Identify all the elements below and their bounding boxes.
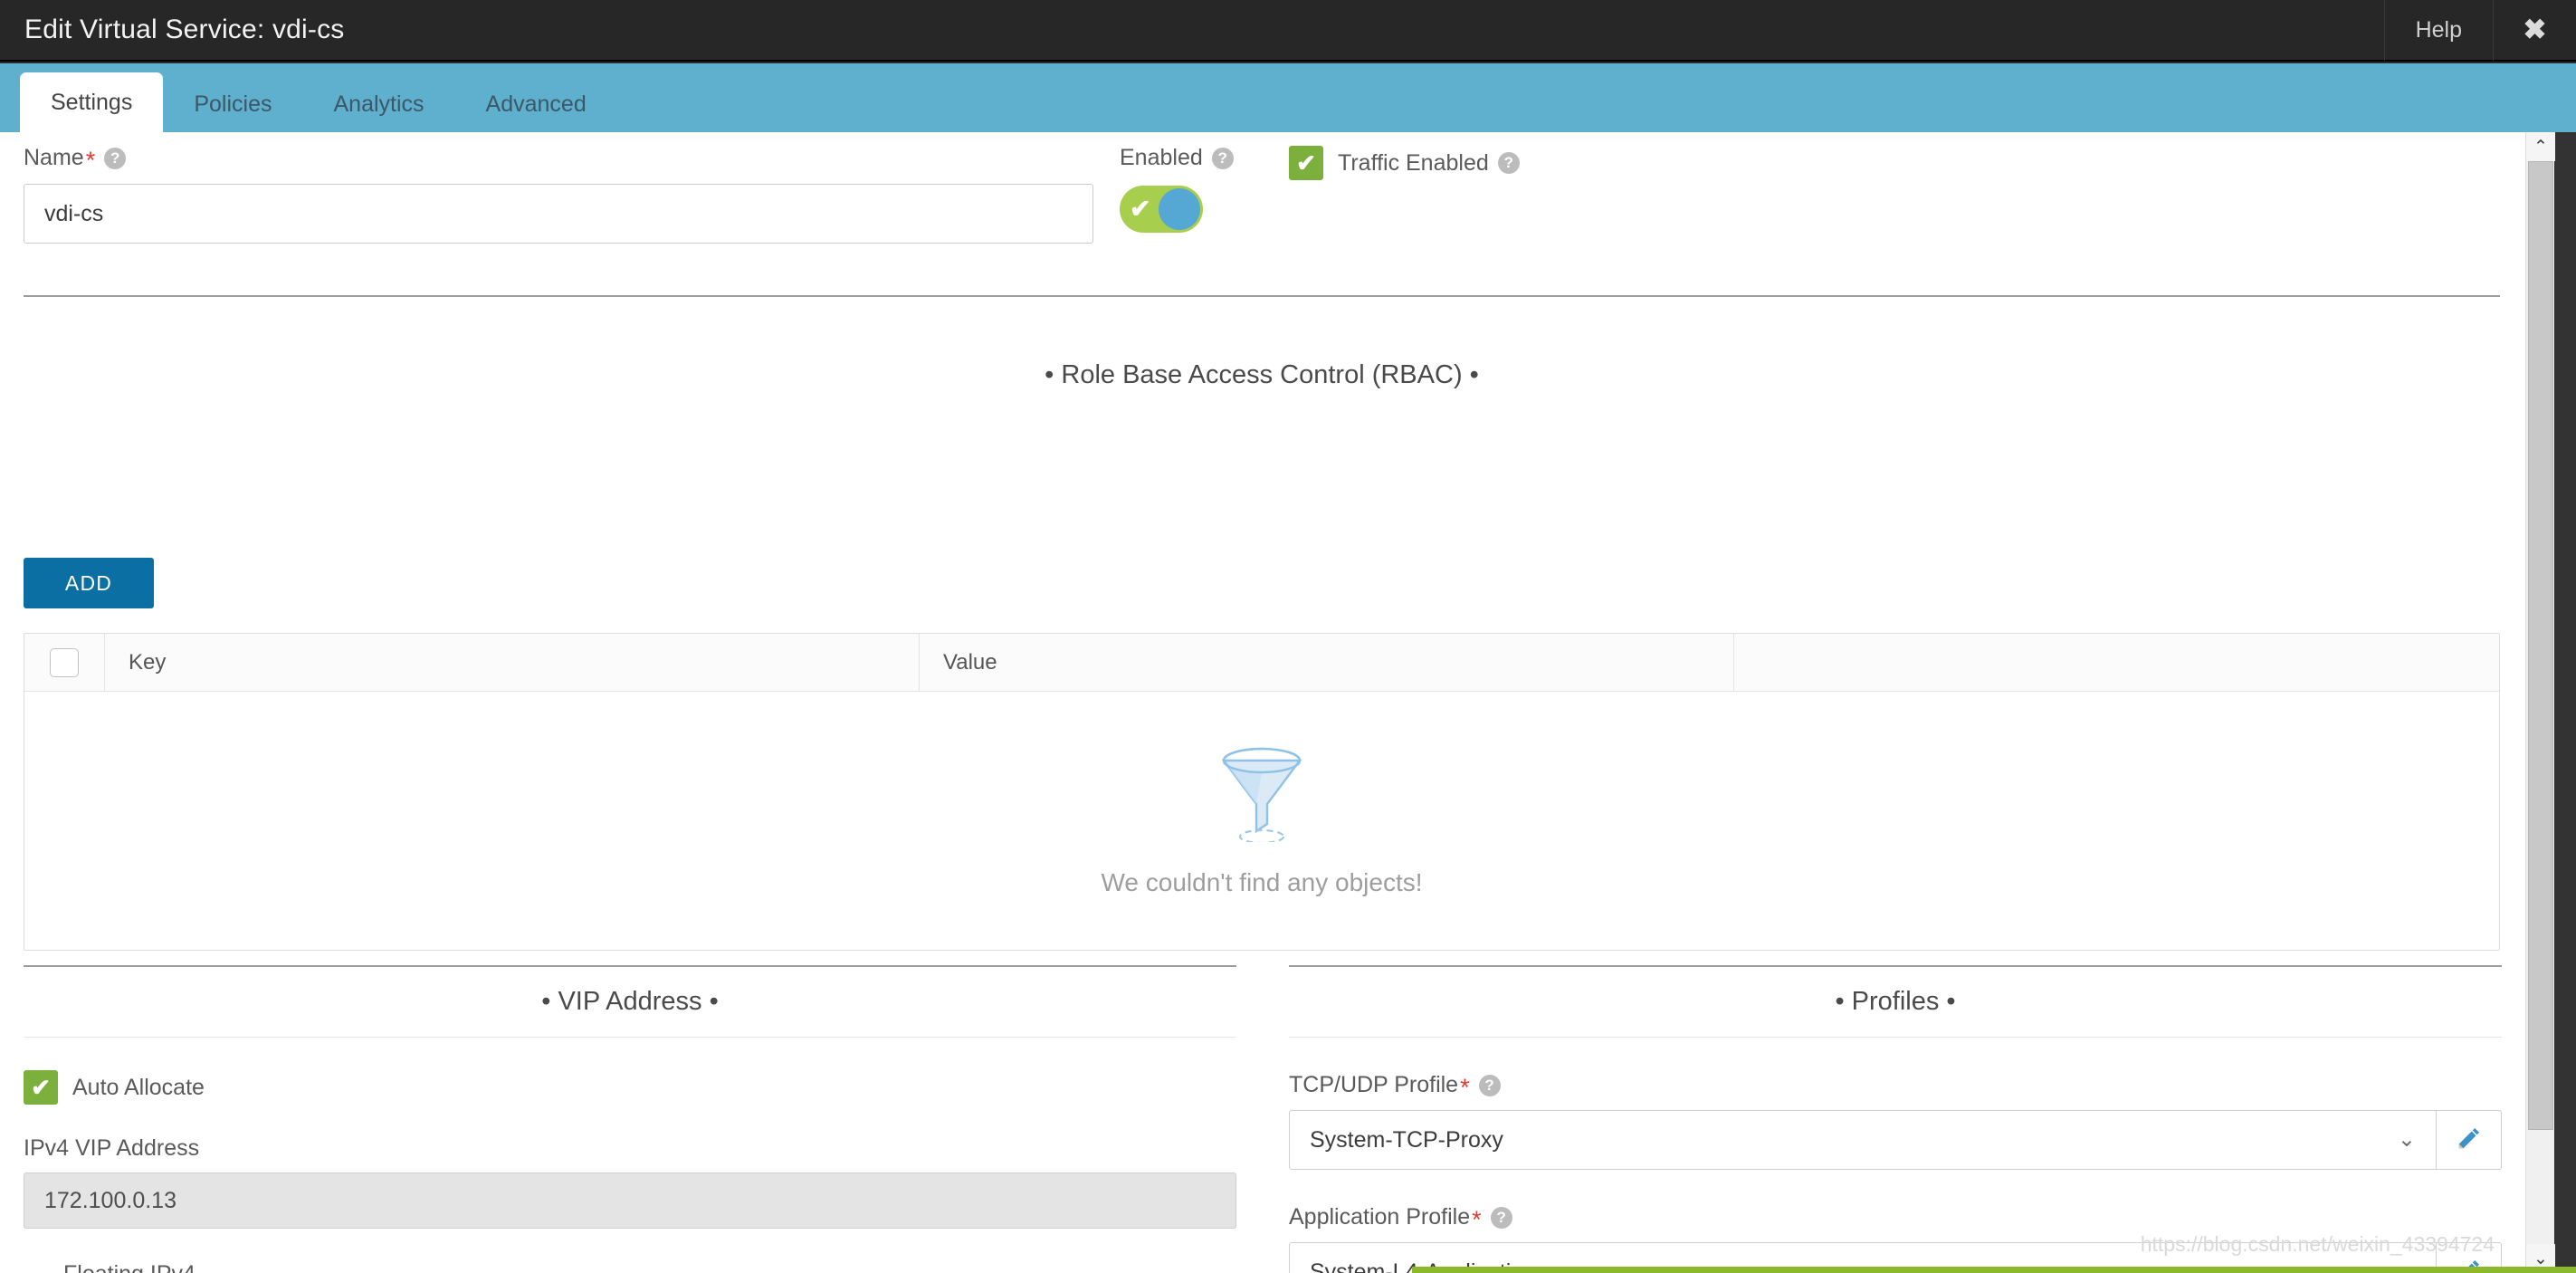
traffic-enabled-label: Traffic Enabled ? (1338, 150, 1520, 177)
required-marker: * (1472, 1208, 1482, 1232)
spacer (1289, 1038, 2502, 1072)
rbac-table-empty-state: We couldn't find any objects! (24, 692, 2499, 950)
tcp-udp-profile-group: System-TCP-Proxy ⌄ (1289, 1110, 2502, 1170)
funnel-icon (1218, 744, 1305, 847)
traffic-enabled-checkbox[interactable]: ✔ (1289, 146, 1323, 180)
name-label-text: Name (24, 145, 84, 171)
dialog-titlebar: Edit Virtual Service: vdi-cs Help ✖ (0, 0, 2576, 62)
help-icon[interactable]: ? (1479, 1075, 1501, 1096)
vip-auto-allocate-label: Auto Allocate (72, 1075, 205, 1101)
floating-ipv4-body: Floating IPv4 ✔ Auto Allocate Floating I… (63, 1261, 1236, 1273)
top-fields-row: Name * ? Enabled ? ✔ ✔ Traffic Enabled ? (0, 132, 2525, 286)
traffic-enabled-group[interactable]: ✔ Traffic Enabled ? (1289, 146, 1520, 180)
profiles-section-title: • Profiles • (1289, 967, 2502, 1038)
pencil-icon (2456, 1125, 2483, 1156)
tcp-udp-profile-value: System-TCP-Proxy (1310, 1127, 1503, 1153)
required-marker: * (1460, 1076, 1470, 1100)
column-header-actions (1733, 634, 2499, 692)
application-profile-label: Application Profile * ? (1289, 1204, 2502, 1230)
select-all-checkbox[interactable] (50, 648, 79, 677)
help-icon[interactable]: ? (1498, 152, 1520, 174)
vip-auto-allocate-group[interactable]: ✔ Auto Allocate (24, 1070, 1236, 1105)
dialog-title: Edit Virtual Service: vdi-cs (24, 14, 345, 45)
vip-auto-allocate-checkbox[interactable]: ✔ (24, 1070, 58, 1105)
column-header-value[interactable]: Value (919, 634, 1733, 692)
check-icon: ✔ (1130, 196, 1150, 222)
page-background-strip (2555, 132, 2576, 1273)
floating-ipv4-group: ↳ Floating IPv4 ✔ Auto Allocate Floating… (24, 1261, 1236, 1273)
tcp-udp-profile-select[interactable]: System-TCP-Proxy ⌄ (1289, 1110, 2437, 1170)
enabled-toggle-group: Enabled ? ✔ (1120, 145, 1234, 233)
ipv4-vip-value: 172.100.0.13 (24, 1172, 1236, 1229)
tab-bar: Settings Policies Analytics Advanced (0, 63, 2576, 132)
enabled-label: Enabled ? (1120, 145, 1234, 171)
empty-state-message: We couldn't find any objects! (1101, 868, 1422, 897)
name-input[interactable] (24, 184, 1093, 244)
traffic-enabled-label-text: Traffic Enabled (1338, 150, 1489, 177)
enabled-toggle[interactable]: ✔ (1120, 186, 1203, 233)
scroll-up-icon[interactable]: ⌃ (2526, 132, 2555, 161)
rbac-table-header: Key Value (24, 634, 2499, 692)
help-icon[interactable]: ? (104, 148, 126, 169)
close-icon[interactable]: ✖ (2493, 0, 2576, 61)
tcp-udp-profile-edit-button[interactable] (2437, 1110, 2502, 1170)
column-header-key[interactable]: Key (104, 634, 919, 692)
help-button[interactable]: Help (2384, 0, 2493, 61)
vip-section-title: • VIP Address • (24, 967, 1236, 1038)
spacer (1289, 1170, 2502, 1204)
rbac-divider (24, 295, 2500, 297)
enabled-label-text: Enabled (1120, 145, 1203, 171)
select-all-cell[interactable] (24, 634, 104, 692)
floating-ipv4-label: Floating IPv4 (63, 1261, 1236, 1273)
tcp-udp-profile-label: TCP/UDP Profile * ? (1289, 1072, 2502, 1098)
name-field-group: Name * ? (24, 145, 1093, 244)
required-marker: * (86, 148, 96, 173)
tab-analytics[interactable]: Analytics (303, 76, 455, 132)
name-label: Name * ? (24, 145, 1093, 171)
application-profile-label-text: Application Profile (1289, 1204, 1470, 1230)
toggle-knob (1159, 188, 1200, 230)
add-button[interactable]: ADD (24, 558, 154, 608)
tab-advanced[interactable]: Advanced (455, 76, 617, 132)
tab-settings[interactable]: Settings (20, 72, 163, 132)
tcp-udp-profile-label-text: TCP/UDP Profile (1289, 1072, 1458, 1098)
ipv4-vip-label: IPv4 VIP Address (24, 1135, 1236, 1162)
help-icon[interactable]: ? (1212, 148, 1234, 169)
vip-address-section: • VIP Address • ✔ Auto Allocate IPv4 VIP… (24, 965, 1236, 1273)
rbac-table: Key Value We couldn't find any objects! (24, 633, 2500, 951)
settings-panel: Name * ? Enabled ? ✔ ✔ Traffic Enabled ? (0, 132, 2525, 1273)
scrollbar-thumb[interactable] (2528, 161, 2553, 1130)
page-accent-strip (1412, 1267, 2576, 1273)
profiles-section: • Profiles • TCP/UDP Profile * ? System-… (1289, 965, 2502, 1273)
vertical-scrollbar[interactable]: ⌃ ⌄ (2525, 132, 2554, 1273)
rbac-section-title: • Role Base Access Control (RBAC) • (24, 360, 2500, 390)
tab-policies[interactable]: Policies (163, 76, 302, 132)
help-icon[interactable]: ? (1491, 1207, 1512, 1229)
chevron-down-icon[interactable]: ⌄ (2398, 1129, 2416, 1151)
child-arrow-icon: ↳ (24, 1261, 63, 1273)
